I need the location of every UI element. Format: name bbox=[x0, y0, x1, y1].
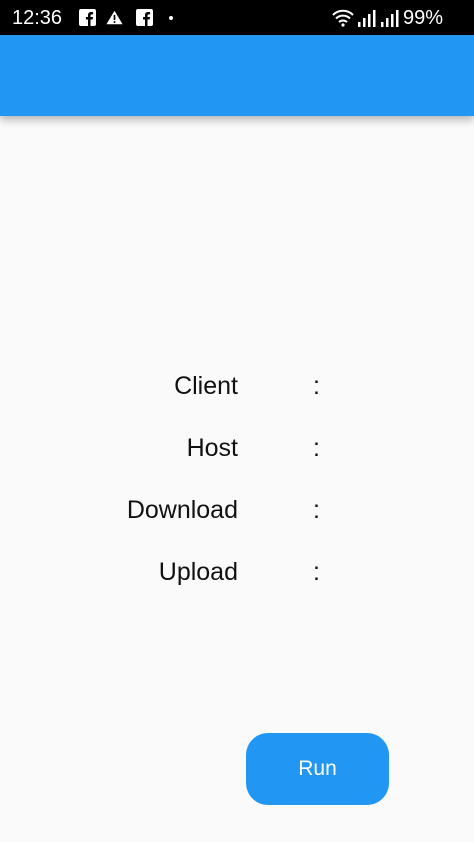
signal-icon bbox=[381, 10, 399, 27]
warning-icon bbox=[106, 10, 123, 25]
info-row-download: Download : bbox=[0, 493, 474, 527]
upload-separator: : bbox=[313, 558, 320, 586]
host-separator: : bbox=[313, 434, 320, 462]
wifi-icon bbox=[332, 9, 354, 27]
facebook-icon bbox=[79, 9, 96, 26]
client-separator: : bbox=[313, 372, 320, 400]
info-row-upload: Upload : bbox=[0, 555, 474, 589]
facebook-icon bbox=[136, 9, 153, 26]
download-separator: : bbox=[313, 496, 320, 524]
host-label: Host bbox=[186, 434, 238, 462]
info-row-host: Host : bbox=[0, 431, 474, 465]
battery-level: 99% bbox=[403, 7, 444, 29]
run-button[interactable]: Run bbox=[246, 733, 389, 805]
status-time: 12:36 bbox=[12, 7, 63, 29]
client-label: Client bbox=[174, 372, 238, 400]
upload-label: Upload bbox=[158, 558, 238, 586]
info-row-client: Client : bbox=[0, 369, 474, 403]
signal-icon bbox=[358, 10, 376, 27]
notification-dot-icon bbox=[169, 16, 173, 20]
app-bar bbox=[0, 35, 474, 116]
status-bar: 12:36 99% bbox=[0, 0, 474, 35]
download-label: Download bbox=[126, 496, 238, 524]
